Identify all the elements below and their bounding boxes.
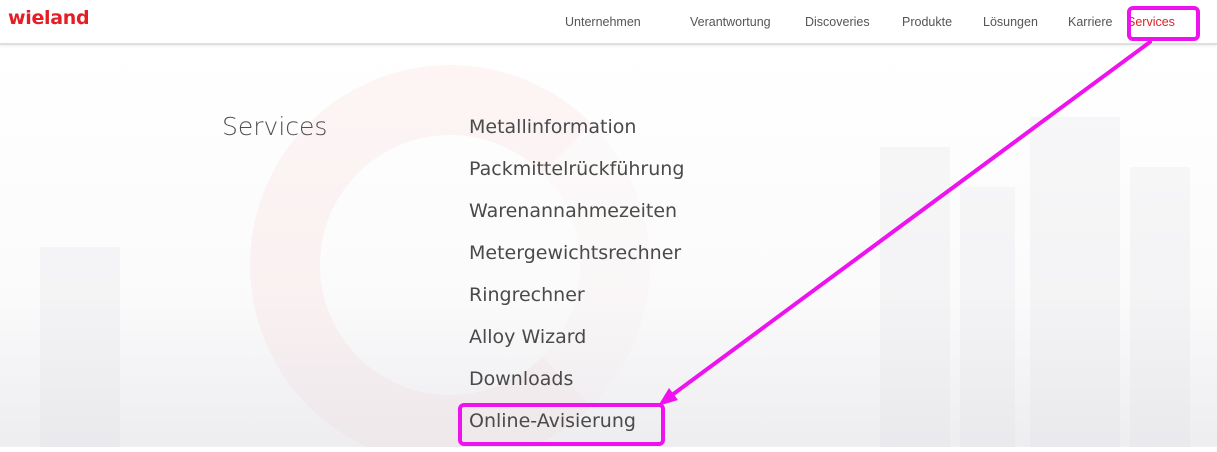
link-warenannahmezeiten[interactable]: Warenannahmezeiten <box>469 200 684 242</box>
section-title: Services <box>222 112 328 141</box>
link-alloy-wizard[interactable]: Alloy Wizard <box>469 326 684 368</box>
wieland-logo[interactable]: wieland <box>8 7 90 29</box>
nav-item-karriere[interactable]: Karriere <box>1068 15 1112 29</box>
link-metallinformation[interactable]: Metallinformation <box>469 116 684 158</box>
nav-item-discoveries[interactable]: Discoveries <box>805 15 870 29</box>
highlight-box-services <box>1127 6 1200 41</box>
link-packmittelrueckfuehrung[interactable]: Packmittelrückführung <box>469 158 684 200</box>
nav-item-produkte[interactable]: Produkte <box>902 15 952 29</box>
nav-item-loesungen[interactable]: Lösungen <box>983 15 1038 29</box>
link-ringrechner[interactable]: Ringrechner <box>469 284 684 326</box>
nav-item-verantwortung[interactable]: Verantwortung <box>690 15 771 29</box>
nav-item-unternehmen[interactable]: Unternehmen <box>565 15 641 29</box>
top-navigation-bar: wieland Unternehmen Verantwortung Discov… <box>0 0 1217 45</box>
link-metergewichtsrechner[interactable]: Metergewichtsrechner <box>469 242 684 284</box>
services-link-list: Metallinformation Packmittelrückführung … <box>469 116 684 452</box>
highlight-box-online-avisierung <box>458 403 665 446</box>
